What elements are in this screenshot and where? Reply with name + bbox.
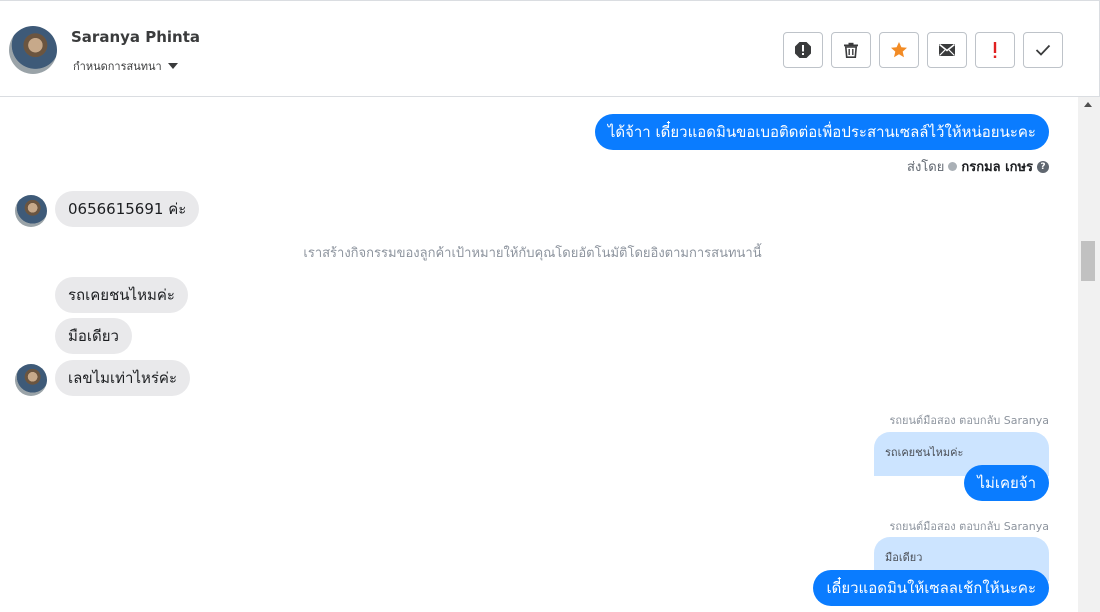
star-button[interactable] [879, 32, 919, 68]
sent-by-line: ส่งโดย กรกมล เกษร ? [907, 156, 1049, 177]
mark-done-button[interactable] [1023, 32, 1063, 68]
reply-context: รถยนต์มือสอง ตอบกลับ Saranya [889, 520, 1049, 533]
follow-up-button[interactable] [975, 32, 1015, 68]
outgoing-message[interactable]: ได้จ้าา เดี๋ยวแอดมินขอเบอติดต่อเพื่อประส… [594, 114, 1049, 150]
toolbar [783, 32, 1063, 68]
conversation-status-dropdown[interactable]: กำหนดการสนทนา [73, 57, 178, 75]
outgoing-message[interactable]: เดี๋ยวแอดมินให้เซลลเช้กให้นะคะ [813, 570, 1049, 606]
reply-context: รถยนต์มือสอง ตอบกลับ Saranya [889, 414, 1049, 427]
agent-status-icon [948, 162, 958, 171]
system-note: เราสร้างกิจกรรมของลูกค้าเป้าหมายให้กับคุ… [303, 246, 762, 261]
sent-by-agent: กรกมล เกษร [961, 160, 1033, 175]
incoming-message[interactable]: 0656615691 ค่ะ [55, 191, 200, 227]
spam-icon [795, 42, 811, 58]
contact-avatar-small[interactable] [15, 195, 47, 227]
trash-icon [844, 42, 858, 58]
envelope-icon [939, 43, 955, 56]
spam-button[interactable] [783, 32, 823, 68]
caret-down-icon [167, 63, 178, 69]
exclamation-icon [993, 42, 997, 58]
contact-avatar[interactable] [9, 26, 57, 74]
outgoing-message[interactable]: ไม่เคยจ้า [964, 465, 1049, 501]
sent-by-label: ส่งโดย [907, 160, 945, 175]
scroll-up-arrow-icon[interactable] [1084, 102, 1092, 107]
contact-avatar-small[interactable] [15, 364, 47, 396]
scroll-thumb[interactable] [1081, 241, 1095, 281]
conversation-status-label: กำหนดการสนทนา [73, 60, 162, 73]
delete-button[interactable] [831, 32, 871, 68]
star-icon [891, 42, 907, 58]
help-icon[interactable]: ? [1037, 160, 1049, 173]
scrollbar[interactable] [1078, 97, 1100, 612]
check-icon [1035, 44, 1051, 56]
incoming-message[interactable]: รถเคยชนไหมค่ะ [55, 277, 188, 313]
conversation-header: Saranya Phinta กำหนดการสนทนา [0, 0, 1100, 97]
contact-name[interactable]: Saranya Phinta [71, 28, 200, 46]
incoming-message[interactable]: เลขไมเท่าไหร่ค่ะ [55, 360, 191, 396]
mark-unread-button[interactable] [927, 32, 967, 68]
incoming-message[interactable]: มือเดียว [55, 318, 132, 354]
